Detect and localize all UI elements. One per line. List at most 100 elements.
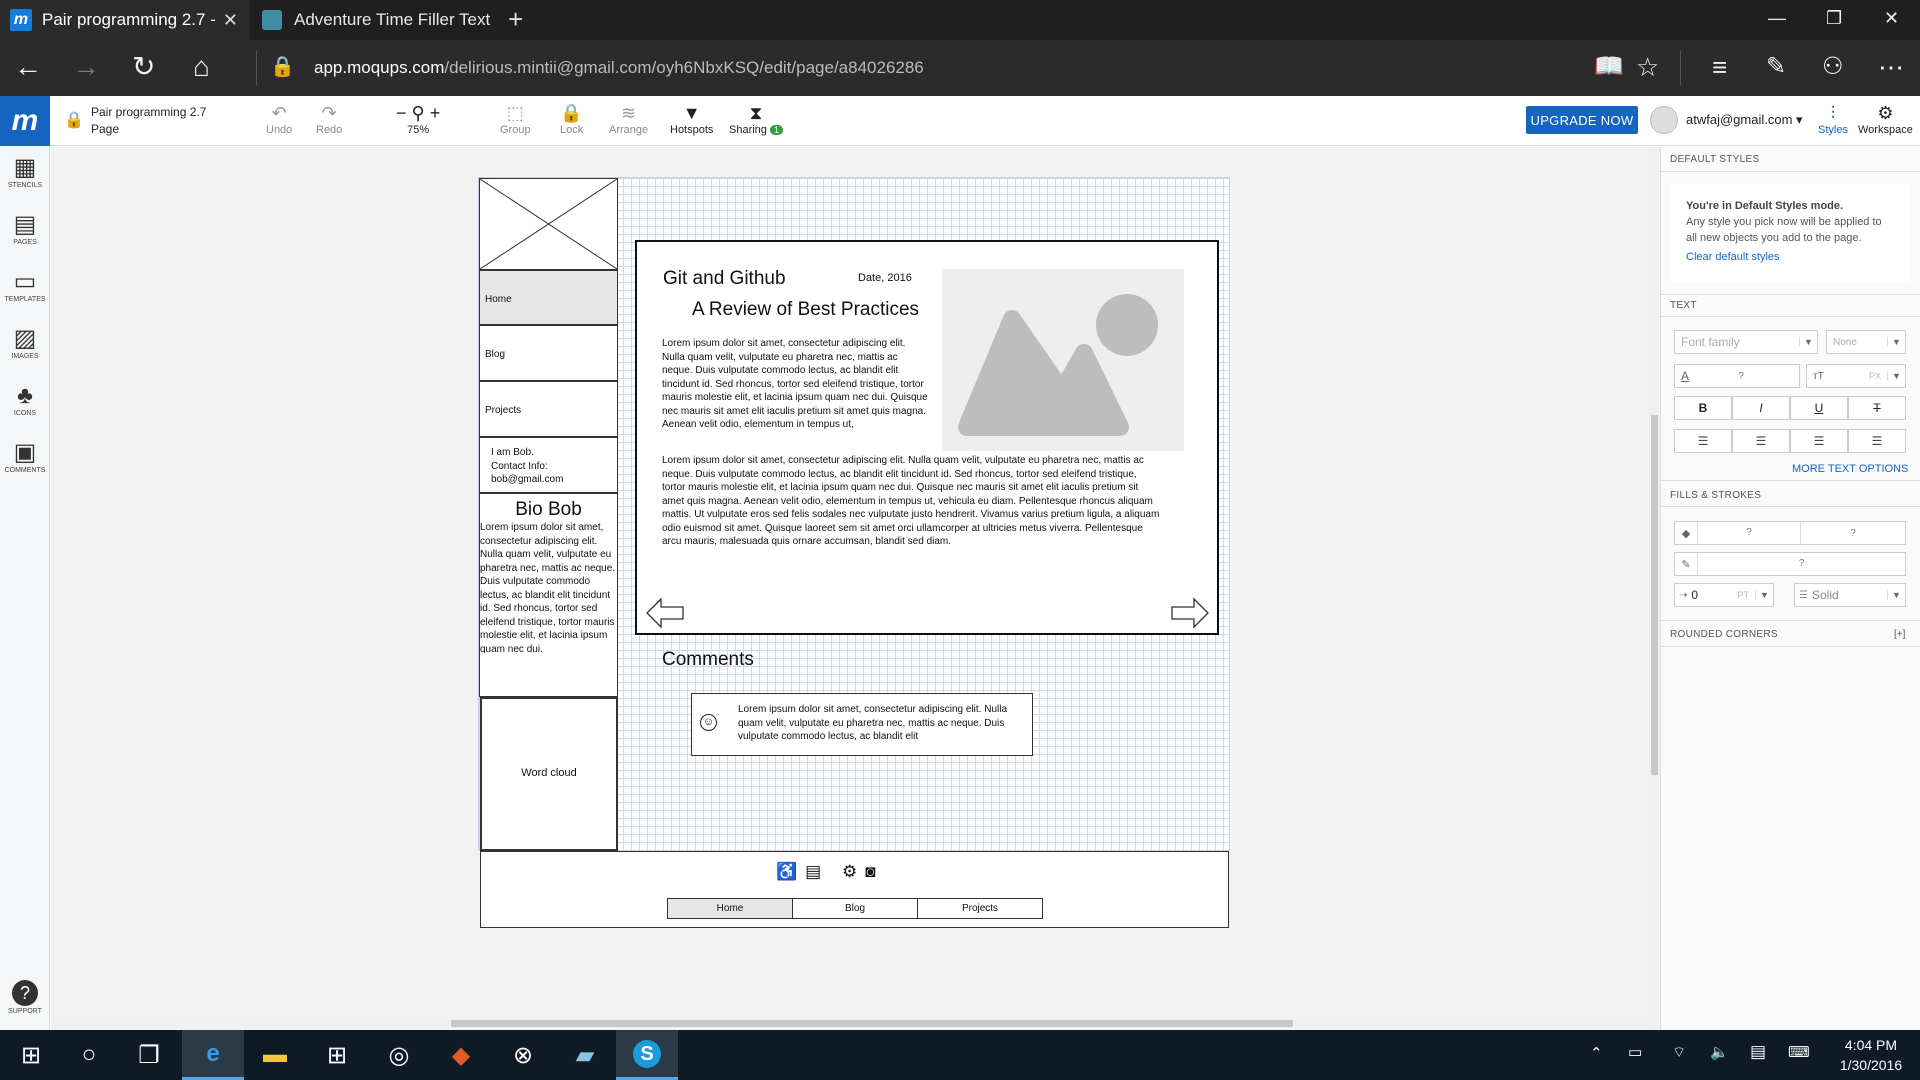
hub-icon[interactable]: ≡ — [1712, 50, 1727, 84]
workspace-button[interactable]: ⚙ Workspace — [1858, 102, 1913, 136]
avatar[interactable] — [1650, 106, 1678, 134]
nav-home[interactable]: Home — [479, 270, 618, 325]
cortana-icon[interactable]: ○ — [58, 1030, 120, 1080]
show-hidden-icons-icon[interactable]: ⌃ — [1590, 1044, 1603, 1062]
contact-box[interactable]: I am Bob. Contact Info: bob@gmail.com — [479, 437, 618, 493]
url-field[interactable]: app.moqups.com/delirious.mintii@gmail.co… — [314, 58, 924, 78]
web-note-icon[interactable]: ✎ — [1766, 50, 1786, 84]
back-arrow-icon[interactable]: ← — [14, 50, 42, 84]
windows-start-icon[interactable]: ⊞ — [0, 1030, 62, 1080]
project-title[interactable]: Pair programming 2.7 Page — [91, 104, 206, 138]
right-arrow-icon[interactable] — [1170, 596, 1210, 630]
font-weight-select[interactable]: None ▼ — [1826, 330, 1906, 354]
align-left-icon[interactable]: ☰ — [1674, 429, 1732, 453]
vertical-scrollbar[interactable] — [1649, 147, 1660, 1030]
footer-nav-blog[interactable]: Blog — [792, 898, 918, 919]
bold-icon[interactable]: B — [1674, 396, 1732, 420]
rounded-corners-add-button[interactable]: [+] — [1894, 629, 1905, 640]
post-image[interactable] — [942, 269, 1184, 451]
user-menu[interactable]: atwfaj@gmail.com ▾ — [1686, 112, 1803, 128]
horizontal-scrollbar[interactable] — [51, 1018, 1649, 1028]
edge-icon[interactable]: e — [182, 1030, 244, 1080]
footer-nav-home[interactable]: Home — [667, 898, 793, 919]
underline-icon[interactable]: U — [1790, 396, 1848, 420]
minimize-button[interactable]: — — [1768, 8, 1786, 29]
lock-button[interactable]: 🔒 Lock — [560, 102, 583, 136]
footer-nav-projects[interactable]: Projects — [917, 898, 1043, 919]
home-icon[interactable]: ⌂ — [193, 50, 210, 84]
stroke-color-field[interactable]: ✎ ? — [1674, 552, 1906, 576]
arrange-button[interactable]: ≋ Arrange — [609, 102, 648, 136]
more-icon[interactable]: ⋯ — [1878, 50, 1904, 84]
upgrade-now-button[interactable]: UPGRADE NOW — [1526, 106, 1638, 134]
camera-icon[interactable]: ◙ — [865, 862, 883, 881]
clear-default-styles-link[interactable]: Clear default styles — [1686, 249, 1894, 265]
reading-view-icon[interactable]: 📖 — [1594, 50, 1624, 84]
more-text-options-link[interactable]: MORE TEXT OPTIONS — [1792, 463, 1908, 475]
align-justify-icon[interactable]: ☰ — [1848, 429, 1906, 453]
system-clock[interactable]: 4:04 PM 1/30/2016 — [1836, 1035, 1906, 1075]
rail-images[interactable]: ▨ IMAGES — [0, 325, 50, 360]
new-tab-button[interactable]: + — [508, 4, 523, 35]
hotspots-button[interactable]: ▼ Hotspots — [670, 102, 713, 136]
logo-placeholder[interactable] — [479, 178, 618, 270]
align-right-icon[interactable]: ☰ — [1790, 429, 1848, 453]
stroke-style-select[interactable]: ☰ Solid ▼ — [1794, 583, 1906, 607]
app-icon[interactable]: ▰ — [554, 1030, 616, 1080]
notification-icon[interactable]: ▤ — [1750, 1042, 1766, 1062]
rail-pages[interactable]: ▤ PAGES — [0, 211, 50, 246]
battery-icon[interactable]: ▭ — [1628, 1043, 1642, 1061]
xbox-icon[interactable]: ⊗ — [492, 1030, 554, 1080]
share-icon[interactable]: ⚇ — [1822, 50, 1844, 84]
close-icon[interactable]: ✕ — [223, 10, 238, 31]
font-size-icon: ᴛT — [1813, 370, 1824, 382]
rail-templates[interactable]: ▭ TEMPLATES — [0, 268, 50, 303]
stroke-width-field[interactable]: ⇢ 0 PT ▼ — [1674, 583, 1774, 607]
browser-tab-bar: m Pair programming 2.7 - ✕ Adventure Tim… — [0, 0, 1920, 40]
nav-blog[interactable]: Blog — [479, 325, 618, 381]
store-icon[interactable]: ⊞ — [306, 1030, 368, 1080]
rail-support[interactable]: ? SUPPORT — [0, 980, 50, 1015]
undo-button[interactable]: ↶ Undo — [266, 102, 292, 136]
left-arrow-icon[interactable] — [645, 596, 685, 630]
window-close-button[interactable]: ✕ — [1884, 8, 1899, 29]
group-button[interactable]: ⬚ Group — [500, 102, 531, 136]
volume-icon[interactable]: 🔈 — [1710, 1043, 1729, 1061]
post-subtitle: A Review of Best Practices — [692, 299, 920, 320]
favorite-star-icon[interactable]: ☆ — [1636, 50, 1659, 84]
skype-icon[interactable]: S — [616, 1030, 678, 1080]
strikethrough-icon[interactable]: T — [1848, 396, 1906, 420]
comment-box[interactable]: ☺ Lorem ipsum dolor sit amet, consectetu… — [691, 693, 1033, 756]
rail-icons[interactable]: ♣ ICONS — [0, 382, 50, 417]
font-family-select[interactable]: Font family ▼ — [1674, 330, 1818, 354]
tab-adventure-time[interactable]: Adventure Time Filler Text — [252, 0, 500, 40]
italic-icon[interactable]: I — [1732, 396, 1790, 420]
zoom-control[interactable]: − ⚲ +75% — [396, 102, 440, 136]
forward-arrow-icon[interactable]: → — [72, 50, 100, 84]
fill-color-field[interactable]: ◆ ? ? — [1674, 521, 1906, 545]
groove-music-icon[interactable]: ◎ — [368, 1030, 430, 1080]
sharing-button[interactable]: ⧗ Sharing 1 — [729, 102, 783, 136]
git-icon[interactable]: ◆ — [430, 1030, 492, 1080]
rail-stencils[interactable]: ▦ STENCILS — [0, 154, 50, 189]
restore-button[interactable]: ❐ — [1826, 8, 1842, 29]
file-explorer-icon[interactable]: ▬ — [244, 1030, 306, 1080]
redo-button[interactable]: ↷ Redo — [316, 102, 342, 136]
wifi-icon[interactable]: ⌔ — [1672, 1043, 1686, 1062]
text-color-field[interactable]: A? — [1674, 364, 1800, 388]
tab-pair-programming[interactable]: m Pair programming 2.7 - ✕ — [0, 0, 250, 40]
refresh-icon[interactable]: ↻ — [132, 50, 155, 84]
bio-box[interactable]: Bio Bob Lorem ipsum dolor sit amet, cons… — [479, 493, 618, 697]
nav-projects[interactable]: Projects — [479, 381, 618, 437]
moqups-logo[interactable]: m — [0, 96, 50, 146]
keyboard-icon[interactable]: ⌨ — [1788, 1043, 1810, 1061]
align-center-icon[interactable]: ☰ — [1732, 429, 1790, 453]
rail-comments[interactable]: ▣ COMMENTS — [0, 439, 50, 474]
document-icon[interactable]: ▤ — [805, 862, 829, 881]
styles-button[interactable]: ⫶ Styles — [1818, 102, 1848, 136]
word-cloud[interactable]: Word cloud — [480, 697, 618, 851]
android-icon[interactable]: ⚙ — [842, 862, 865, 881]
accessibility-icon[interactable]: ♿ — [776, 862, 805, 881]
font-size-field[interactable]: ᴛT PX ▼ — [1806, 364, 1906, 388]
task-view-icon[interactable]: ❐ — [118, 1030, 180, 1080]
